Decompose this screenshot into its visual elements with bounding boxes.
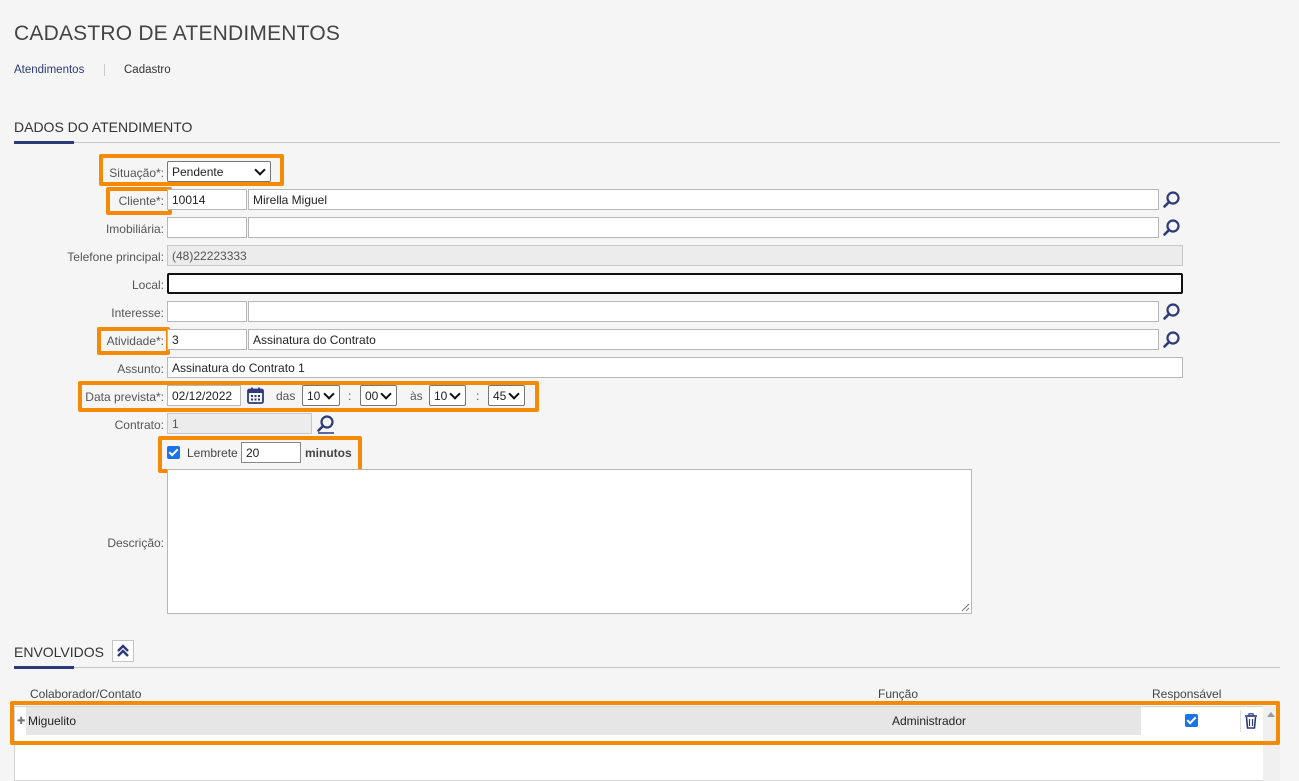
section-accent	[14, 666, 74, 669]
end-hour-select[interactable]: 10	[429, 385, 466, 406]
interesse-code-field[interactable]	[167, 301, 247, 322]
cliente-name-field[interactable]: Mirella Miguel	[248, 189, 1159, 210]
end-minute-select[interactable]: 45	[488, 385, 525, 406]
calendar-icon[interactable]	[246, 386, 265, 405]
search-icon[interactable]	[1161, 189, 1183, 211]
das-label: das	[276, 389, 296, 403]
imobiliaria-name-field[interactable]	[248, 217, 1159, 238]
section-title-envolvidos: ENVOLVIDOS	[14, 644, 104, 660]
chevron-down-icon	[508, 387, 520, 400]
search-icon[interactable]	[1161, 217, 1183, 239]
highlight-envolvido-row	[10, 701, 1280, 745]
interesse-label: Interesse:	[111, 306, 164, 320]
time-separator: :	[476, 389, 480, 403]
collapse-button[interactable]	[112, 640, 134, 662]
atividade-code-field[interactable]: 3	[167, 329, 247, 350]
interesse-name-field[interactable]	[248, 301, 1159, 322]
search-icon[interactable]	[1161, 329, 1183, 351]
section-accent	[14, 141, 74, 144]
data-prevista-field[interactable]: 02/12/2022	[167, 385, 241, 406]
column-header-colaborador: Colaborador/Contato	[30, 687, 142, 701]
local-label: Local:	[131, 278, 164, 292]
imobiliaria-label: Imobiliária:	[105, 222, 164, 236]
search-contract-icon[interactable]	[315, 413, 337, 435]
end-hour-value: 10	[434, 388, 448, 403]
telefone-field: (48)22223333	[167, 245, 1183, 266]
telefone-label: Telefone principal:	[67, 250, 164, 264]
collapse-up-icon	[117, 644, 129, 657]
chevron-down-icon	[380, 387, 392, 400]
section-divider	[14, 142, 1280, 143]
lembrete-unit: minutos	[305, 446, 352, 460]
section-title-dados: DADOS DO ATENDIMENTO	[14, 119, 193, 135]
end-minute-value: 45	[493, 388, 507, 403]
data-prevista-label: Data prevista*:	[85, 390, 164, 404]
contrato-field: 1	[167, 413, 312, 434]
resize-grip-icon[interactable]	[961, 603, 970, 612]
breadcrumb-separator	[104, 64, 105, 76]
lembrete-checkbox[interactable]	[167, 446, 180, 459]
lembrete-label: Lembrete	[187, 446, 238, 460]
start-minute-select[interactable]: 00	[360, 385, 397, 406]
section-divider	[14, 667, 1280, 668]
chevron-down-icon	[449, 387, 461, 400]
chevron-down-icon	[254, 163, 266, 176]
start-hour-select[interactable]: 10	[302, 385, 340, 406]
start-minute-value: 00	[365, 388, 379, 403]
assunto-label: Assunto:	[117, 362, 164, 376]
chevron-down-icon	[323, 387, 335, 400]
column-header-responsavel: Responsável	[1152, 687, 1222, 701]
breadcrumb-current: Cadastro	[124, 64, 171, 76]
cliente-code-field[interactable]: 10014	[167, 189, 247, 210]
descricao-textarea[interactable]	[167, 469, 972, 614]
time-separator: :	[348, 389, 352, 403]
atividade-name-field[interactable]: Assinatura do Contrato	[248, 329, 1159, 350]
situacao-value: Pendente	[172, 164, 224, 179]
as-label: às	[410, 389, 423, 403]
search-icon[interactable]	[1161, 301, 1183, 323]
breadcrumb-atendimentos[interactable]: Atendimentos	[14, 64, 84, 76]
imobiliaria-code-field[interactable]	[167, 217, 247, 238]
start-hour-value: 10	[307, 388, 321, 403]
column-header-funcao: Função	[878, 687, 919, 701]
atividade-label: Atividade*:	[106, 334, 164, 348]
situacao-label: Situação*:	[109, 166, 164, 180]
lembrete-minutes-input[interactable]: 20	[241, 442, 301, 463]
local-input[interactable]	[167, 273, 1183, 294]
descricao-label: Descrição:	[107, 536, 164, 550]
assunto-field[interactable]: Assinatura do Contrato 1	[167, 357, 1183, 378]
page-title: CADASTRO DE ATENDIMENTOS	[14, 22, 341, 45]
situacao-select[interactable]: Pendente	[167, 161, 271, 182]
contrato-label: Contrato:	[114, 418, 164, 432]
cliente-label: Cliente*:	[118, 194, 164, 208]
